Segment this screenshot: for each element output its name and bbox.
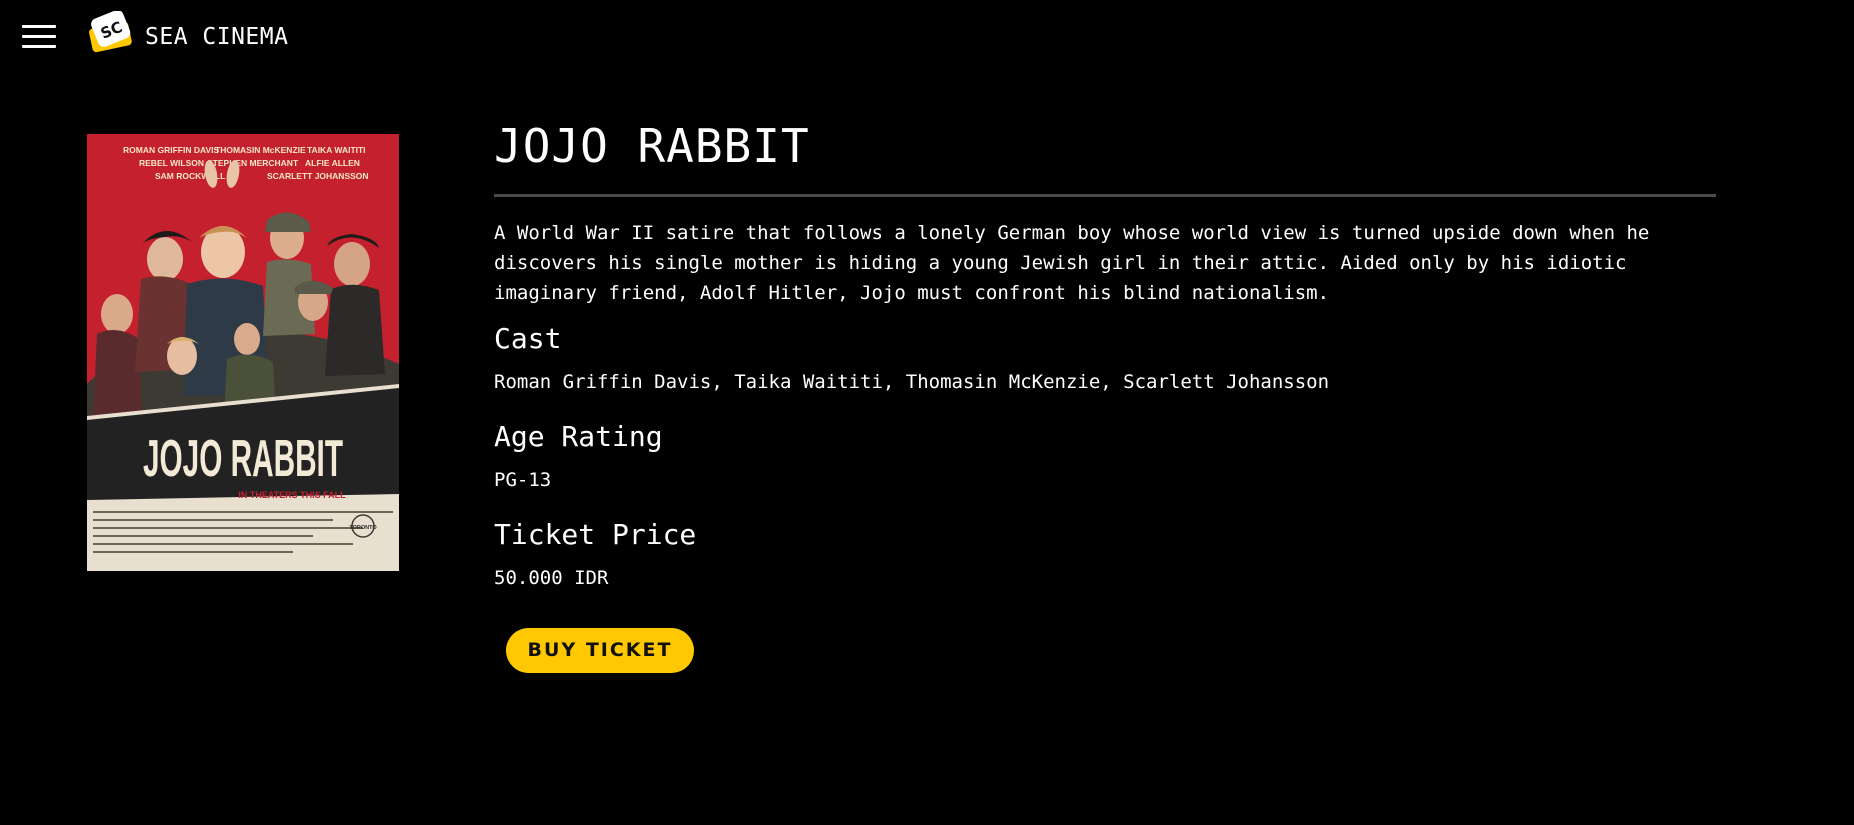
poster-credit: ROMAN GRIFFIN DAVIS [123,145,220,155]
brand-name[interactable]: SEA CINEMA [145,23,288,51]
poster-tagline: IN THEATERS THIS FALL [238,490,346,500]
age-rating-heading: Age Rating [494,420,663,453]
hamburger-menu-icon[interactable] [22,24,56,49]
poster-title: JOJO RABBIT [143,430,343,488]
ticket-price-value: 50.000 IDR [494,567,609,589]
movie-title: JOJO RABBIT [494,119,810,173]
poster-credit: STEPHEN MERCHANT [207,158,299,168]
poster-credit: THOMASIN McKENZIE [215,145,306,155]
poster-credit: REBEL WILSON [139,158,204,168]
top-bar: SC SEA CINEMA [0,0,1854,76]
movie-details: JOJO RABBIT A World War II satire that f… [494,110,1716,592]
movie-poster: ROMAN GRIFFIN DAVIS THOMASIN McKENZIE TA… [87,134,399,571]
buy-ticket-button[interactable]: BUY TICKET [506,628,694,673]
poster-credit: ALFIE ALLEN [305,158,360,168]
cast-heading: Cast [494,322,562,355]
poster-credit: SCARLETT JOHANSSON [267,171,369,181]
poster-credit: TAIKA WAITITI [307,145,366,155]
poster-festival: TORONTO [349,525,377,531]
ticket-price-heading: Ticket Price [494,518,697,551]
movie-synopsis: A World War II satire that follows a lon… [494,222,1650,304]
sea-cinema-logo[interactable]: SC [84,9,136,59]
title-divider [494,194,1716,197]
cast-list: Roman Griffin Davis, Taika Waititi, Thom… [494,371,1330,393]
age-rating-value: PG-13 [494,469,552,491]
